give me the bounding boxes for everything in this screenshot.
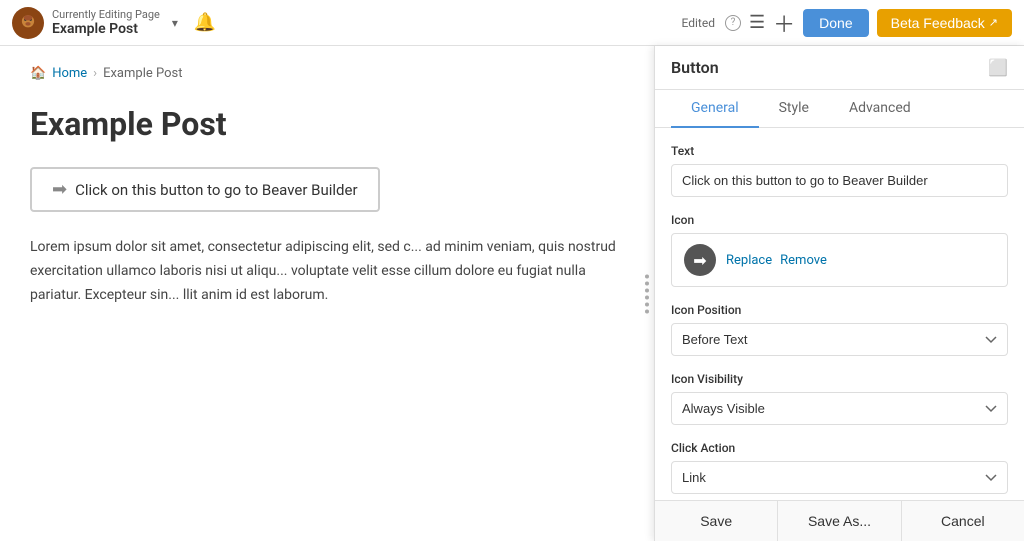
click-action-field-group: Click Action Link Scroll to Section — [671, 441, 1008, 494]
home-icon: 🏠 — [30, 66, 46, 81]
main-area: 🏠 Home › Example Post Example Post ➡ Cli… — [0, 46, 1024, 541]
beta-feedback-label: Beta Feedback — [891, 15, 985, 31]
text-field-group: Text — [671, 144, 1008, 197]
icon-visibility-field-group: Icon Visibility Always Visible On Hover — [671, 372, 1008, 425]
beta-external-icon: ↗ — [989, 16, 998, 29]
topbar-right: Edited ? ☰ ＋ Done Beta Feedback ↗ — [682, 7, 1012, 39]
drag-dot — [645, 309, 649, 313]
cancel-button[interactable]: Cancel — [902, 501, 1024, 541]
breadcrumb: 🏠 Home › Example Post — [30, 66, 624, 81]
drag-dot — [645, 281, 649, 285]
icon-visibility-select[interactable]: Always Visible On Hover — [671, 392, 1008, 425]
icon-replace-link[interactable]: Replace — [726, 253, 772, 268]
beaver-logo — [12, 7, 44, 39]
icon-arrow: ➡ — [693, 251, 706, 270]
topbar-list-icon[interactable]: ☰ — [749, 12, 765, 33]
drag-dot — [645, 274, 649, 278]
icon-position-field-group: Icon Position Before Text After Text — [671, 303, 1008, 356]
topbar-subtitle: Currently Editing Page — [52, 8, 160, 21]
breadcrumb-separator: › — [93, 66, 97, 81]
tab-general[interactable]: General — [671, 90, 759, 128]
drag-dot — [645, 288, 649, 292]
topbar-bell-icon[interactable]: 🔔 — [194, 12, 216, 33]
settings-panel: Button ⬜ General Style Advanced Text — [654, 46, 1024, 541]
text-input[interactable] — [671, 164, 1008, 197]
button-preview-label: Click on this button to go to Beaver Bui… — [75, 181, 357, 199]
save-as-button[interactable]: Save As... — [778, 501, 901, 541]
breadcrumb-current: Example Post — [103, 66, 182, 81]
drag-dot — [645, 295, 649, 299]
icon-visibility-label: Icon Visibility — [671, 372, 1008, 386]
click-action-label: Click Action — [671, 441, 1008, 455]
tab-advanced[interactable]: Advanced — [829, 90, 931, 128]
icon-preview-box: ➡ Replace Remove — [671, 233, 1008, 287]
icon-position-select[interactable]: Before Text After Text — [671, 323, 1008, 356]
done-button[interactable]: Done — [803, 9, 868, 37]
icon-position-label: Icon Position — [671, 303, 1008, 317]
topbar: Currently Editing Page Example Post ▾ 🔔 … — [0, 0, 1024, 46]
icon-preview: ➡ — [684, 244, 716, 276]
panel-title: Button — [671, 58, 719, 77]
drag-dot — [645, 302, 649, 306]
icon-remove-link[interactable]: Remove — [780, 253, 827, 268]
topbar-add-icon[interactable]: ＋ — [773, 7, 795, 39]
panel-footer: Save Save As... Cancel — [655, 500, 1024, 541]
save-button[interactable]: Save — [655, 501, 778, 541]
panel-window-icon[interactable]: ⬜ — [988, 58, 1008, 77]
topbar-title: Example Post — [52, 21, 160, 37]
page-body-text: Lorem ipsum dolor sit amet, consectetur … — [30, 236, 624, 307]
page-canvas: 🏠 Home › Example Post Example Post ➡ Cli… — [0, 46, 654, 541]
icon-field-label: Icon — [671, 213, 1008, 227]
tab-style[interactable]: Style — [759, 90, 829, 128]
topbar-chevron-icon[interactable]: ▾ — [172, 16, 178, 30]
button-arrow-icon: ➡ — [52, 179, 67, 200]
panel-body: Text Icon ➡ Replace Remove Icon P — [655, 128, 1024, 500]
panel-header: Button ⬜ — [655, 46, 1024, 90]
topbar-help-icon[interactable]: ? — [725, 15, 741, 31]
icon-actions: Replace Remove — [726, 253, 827, 268]
beta-feedback-button[interactable]: Beta Feedback ↗ — [877, 9, 1012, 37]
breadcrumb-home-link[interactable]: Home — [52, 66, 87, 81]
panel-tabs: General Style Advanced — [655, 90, 1024, 128]
click-action-select[interactable]: Link Scroll to Section — [671, 461, 1008, 494]
text-field-label: Text — [671, 144, 1008, 158]
icon-field-group: Icon ➡ Replace Remove — [671, 213, 1008, 287]
topbar-left: Currently Editing Page Example Post ▾ 🔔 — [12, 7, 216, 39]
panel-drag-handle[interactable] — [645, 274, 649, 313]
page-button-preview[interactable]: ➡ Click on this button to go to Beaver B… — [30, 167, 380, 212]
page-title: Example Post — [30, 105, 624, 143]
topbar-edited-label: Edited — [682, 16, 715, 30]
topbar-title-group: Currently Editing Page Example Post — [52, 8, 160, 37]
